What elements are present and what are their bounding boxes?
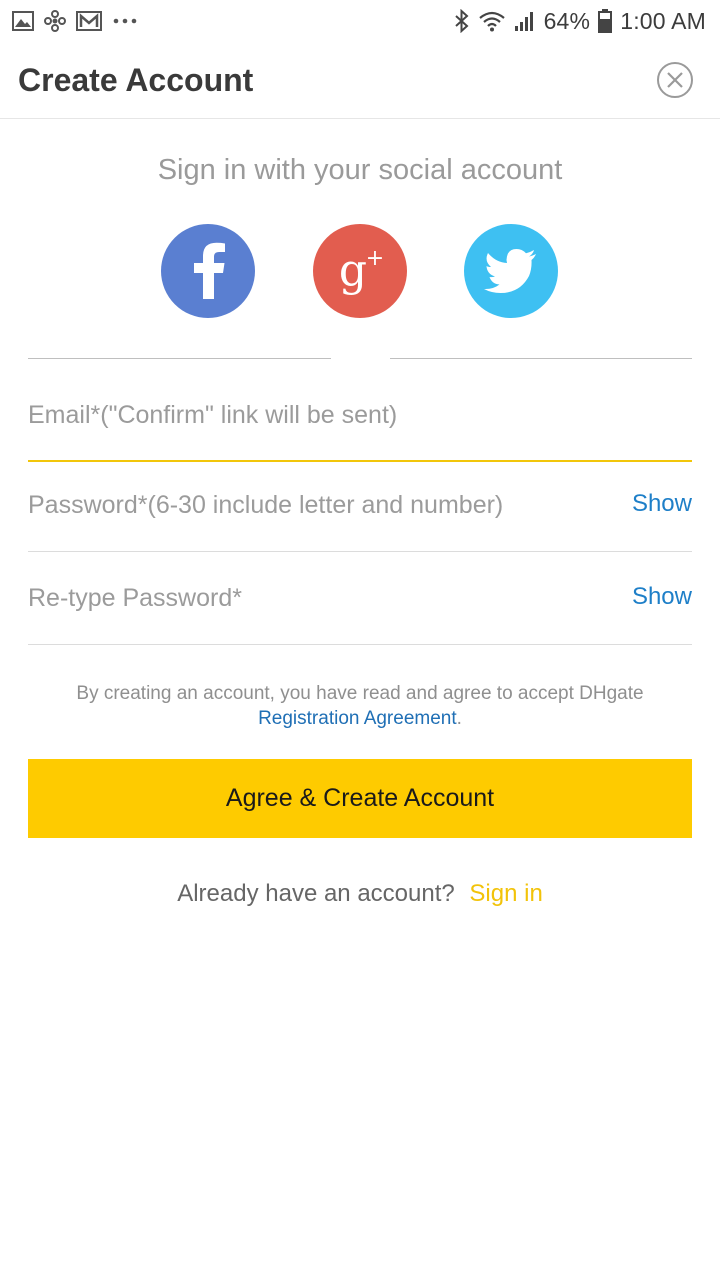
svg-text:g: g bbox=[339, 245, 367, 296]
battery-percent: 64% bbox=[543, 7, 591, 34]
password-field[interactable] bbox=[28, 460, 608, 550]
status-bar-right: 64% 1:00 AM bbox=[454, 6, 706, 36]
pinwheel-icon bbox=[44, 10, 66, 32]
signin-row: Already have an account? Sign in bbox=[0, 880, 720, 908]
facebook-login-button[interactable] bbox=[161, 224, 255, 318]
divider-left bbox=[28, 358, 331, 359]
google-plus-login-button[interactable]: g + bbox=[313, 224, 407, 318]
signin-link[interactable]: Sign in bbox=[469, 880, 542, 907]
battery-icon bbox=[598, 9, 613, 33]
twitter-login-button[interactable] bbox=[464, 224, 558, 318]
registration-agreement-link[interactable]: Registration Agreement bbox=[258, 708, 457, 729]
google-plus-icon: g + bbox=[339, 245, 384, 296]
image-icon bbox=[12, 11, 34, 31]
clock: 1:00 AM bbox=[620, 7, 706, 34]
retype-password-underline bbox=[28, 644, 692, 645]
password-underline bbox=[28, 551, 692, 552]
status-bar: 64% 1:00 AM bbox=[0, 0, 720, 42]
close-circle-icon bbox=[657, 62, 693, 98]
terms-suffix: . bbox=[456, 708, 462, 729]
page-title: Create Account bbox=[18, 62, 254, 98]
gmail-icon bbox=[76, 11, 102, 31]
retype-password-field-container: Show bbox=[28, 553, 692, 645]
email-field-container bbox=[28, 370, 692, 462]
signal-icon bbox=[514, 10, 536, 32]
agree-create-account-button[interactable]: Agree & Create Account bbox=[28, 759, 692, 838]
signin-prompt: Already have an account? bbox=[177, 880, 455, 907]
email-field[interactable] bbox=[28, 370, 692, 460]
svg-text:+: + bbox=[366, 246, 384, 271]
twitter-icon bbox=[484, 249, 536, 293]
social-buttons: g + bbox=[0, 224, 720, 318]
terms-text: By creating an account, you have read an… bbox=[76, 683, 644, 704]
password-show-toggle[interactable]: Show bbox=[632, 490, 692, 518]
app-header: Create Account bbox=[0, 42, 720, 119]
close-button[interactable] bbox=[656, 61, 694, 99]
terms-notice: By creating an account, you have read an… bbox=[0, 681, 720, 731]
retype-password-show-toggle[interactable]: Show bbox=[632, 583, 692, 611]
social-heading: Sign in with your social account bbox=[157, 154, 563, 186]
facebook-icon bbox=[194, 242, 225, 299]
password-field-container: Show bbox=[28, 460, 692, 552]
status-bar-left bbox=[12, 9, 138, 33]
retype-password-field[interactable] bbox=[28, 553, 608, 643]
divider-right bbox=[390, 358, 692, 359]
wifi-icon bbox=[478, 10, 506, 32]
more-dots-icon bbox=[112, 17, 138, 25]
bluetooth-icon bbox=[454, 9, 470, 33]
